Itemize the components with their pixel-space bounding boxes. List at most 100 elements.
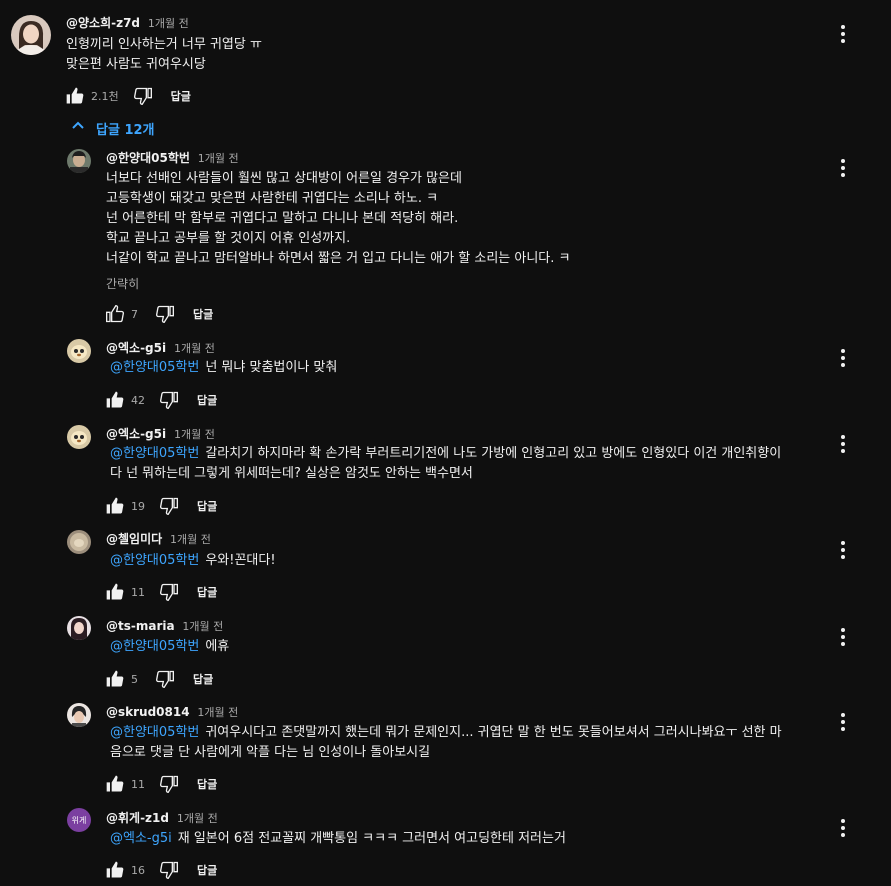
show-less-button[interactable]: 간략히 bbox=[106, 275, 139, 292]
comment-text: @한양대05학번 우와!꼰대다! bbox=[110, 553, 276, 568]
avatar[interactable] bbox=[67, 425, 91, 449]
comment-header: @skrud0814 1개월 전 bbox=[106, 704, 238, 720]
more-options-icon[interactable] bbox=[831, 432, 855, 456]
comment-actions: 16 답글 bbox=[105, 858, 217, 882]
mention-link[interactable]: @한양대05학번 bbox=[110, 360, 199, 375]
like-icon[interactable] bbox=[105, 304, 125, 324]
comment-time[interactable]: 1개월 전 bbox=[198, 152, 239, 165]
like-icon[interactable] bbox=[105, 774, 125, 794]
mention-link[interactable]: @한양대05학번 bbox=[110, 725, 199, 740]
comment-text: @한양대05학번 에휴 bbox=[110, 639, 230, 654]
like-count: 11 bbox=[131, 777, 145, 791]
reply-button[interactable]: 답글 bbox=[197, 776, 217, 792]
comment-text: @한양대05학번 귀여우시다고 존댓말까지 했는데 뭐가 문제인지... 귀엽단 … bbox=[110, 725, 782, 760]
comment-actions: 5 답글 bbox=[105, 667, 213, 691]
dislike-icon[interactable] bbox=[133, 86, 153, 106]
avatar[interactable] bbox=[67, 530, 91, 554]
reply-button[interactable]: 답글 bbox=[171, 88, 191, 104]
reply-comment: @첼임미다 1개월 전 @한양대05학번 우와!꼰대다! 11 답글 bbox=[0, 523, 891, 609]
comment-author[interactable]: @양소희-z7d bbox=[66, 16, 140, 30]
like-count: 42 bbox=[131, 393, 145, 407]
reply-button[interactable]: 답글 bbox=[197, 584, 217, 600]
more-options-icon[interactable] bbox=[831, 156, 855, 180]
like-count: 5 bbox=[131, 672, 138, 686]
dislike-icon[interactable] bbox=[155, 669, 175, 689]
more-options-icon[interactable] bbox=[831, 22, 855, 46]
comment-author[interactable]: @ts-maria bbox=[106, 619, 175, 633]
comment-header: @ts-maria 1개월 전 bbox=[106, 618, 223, 634]
reply-comment: @엑소-g5i 1개월 전 @한양대05학번 갈라치기 하지마라 확 손가락 부러… bbox=[0, 416, 891, 523]
more-options-icon[interactable] bbox=[831, 538, 855, 562]
main-comment: @양소희-z7d 1개월 전 인형끼리 인사하는거 너무 귀엽당 ㅠ 맞은편 사… bbox=[0, 0, 891, 118]
replies-toggle[interactable]: 답글 12개 bbox=[70, 118, 155, 138]
like-count: 7 bbox=[131, 307, 138, 321]
reply-button[interactable]: 답글 bbox=[197, 498, 217, 514]
reply-comment: @한양대05학번 1개월 전 너보다 선배인 사람들이 훨씬 많고 상대방이 어… bbox=[0, 140, 891, 330]
like-count: 11 bbox=[131, 585, 145, 599]
avatar[interactable] bbox=[67, 616, 91, 640]
comment-text: @엑소-g5i 재 일본어 6점 전교꼴찌 개빡통임 ㅋㅋㅋ 그러면서 여고딩한테… bbox=[110, 831, 566, 846]
comment-time[interactable]: 1개월 전 bbox=[148, 17, 189, 30]
comment-header: @휘게-z1d 1개월 전 bbox=[106, 809, 218, 826]
mention-link[interactable]: @한양대05학번 bbox=[110, 553, 199, 568]
like-icon[interactable] bbox=[105, 582, 125, 602]
comment-time[interactable]: 1개월 전 bbox=[174, 342, 215, 355]
comment-time[interactable]: 1개월 전 bbox=[182, 620, 223, 633]
comment-author[interactable]: @엑소-g5i bbox=[106, 427, 166, 441]
comment-author[interactable]: @첼임미다 bbox=[106, 532, 162, 546]
like-count: 2.1천 bbox=[91, 90, 119, 103]
comment-text: 인형끼리 인사하는거 너무 귀엽당 ㅠ 맞은편 사람도 귀여우시당 bbox=[66, 37, 262, 72]
dislike-icon[interactable] bbox=[159, 582, 179, 602]
chevron-up-icon bbox=[70, 118, 86, 138]
comment-time[interactable]: 1개월 전 bbox=[197, 706, 238, 719]
comment-actions: 11 답글 bbox=[105, 580, 217, 604]
dislike-icon[interactable] bbox=[159, 496, 179, 516]
like-icon[interactable] bbox=[65, 86, 85, 106]
dislike-icon[interactable] bbox=[155, 304, 175, 324]
comment-author[interactable]: @skrud0814 bbox=[106, 705, 190, 719]
comment-time[interactable]: 1개월 전 bbox=[170, 533, 211, 546]
avatar[interactable] bbox=[11, 15, 51, 55]
avatar[interactable] bbox=[67, 703, 91, 727]
dislike-icon[interactable] bbox=[159, 860, 179, 880]
comment-header: @엑소-g5i 1개월 전 bbox=[106, 339, 215, 356]
comment-header: @엑소-g5i 1개월 전 bbox=[106, 425, 215, 442]
like-icon[interactable] bbox=[105, 496, 125, 516]
comment-time[interactable]: 1개월 전 bbox=[174, 428, 215, 441]
mention-link[interactable]: @한양대05학번 bbox=[110, 446, 199, 461]
reply-button[interactable]: 답글 bbox=[193, 306, 213, 322]
avatar[interactable] bbox=[67, 339, 91, 363]
comment-header: @양소희-z7d 1개월 전 bbox=[66, 14, 189, 31]
like-count: 19 bbox=[131, 499, 145, 513]
like-icon[interactable] bbox=[105, 860, 125, 880]
comment-text: @한양대05학번 갈라치기 하지마라 확 손가락 부러트리기전에 나도 가방에 인… bbox=[110, 446, 782, 481]
comment-time[interactable]: 1개월 전 bbox=[177, 812, 218, 825]
comment-header: @첼임미다 1개월 전 bbox=[106, 530, 211, 547]
more-options-icon[interactable] bbox=[831, 625, 855, 649]
comment-author[interactable]: @한양대05학번 bbox=[106, 151, 190, 165]
avatar-initials: 위게 bbox=[71, 815, 87, 825]
like-icon[interactable] bbox=[105, 669, 125, 689]
comment-actions: 19 답글 bbox=[105, 494, 217, 518]
reply-button[interactable]: 답글 bbox=[197, 392, 217, 408]
reply-comment: @skrud0814 1개월 전 @한양대05학번 귀여우시다고 존댓말까지 했는… bbox=[0, 695, 891, 801]
avatar[interactable]: 위게 bbox=[67, 808, 91, 832]
comment-text: @한양대05학번 넌 뭐냐 맞춤법이나 맞춰 bbox=[110, 360, 338, 375]
comment-author[interactable]: @휘게-z1d bbox=[106, 811, 169, 825]
avatar[interactable] bbox=[67, 149, 91, 173]
reply-button[interactable]: 답글 bbox=[197, 862, 217, 878]
mention-link[interactable]: @한양대05학번 bbox=[110, 639, 199, 654]
more-options-icon[interactable] bbox=[831, 346, 855, 370]
dislike-icon[interactable] bbox=[159, 390, 179, 410]
comment-actions: 2.1천 답글 bbox=[65, 84, 191, 108]
like-icon[interactable] bbox=[105, 390, 125, 410]
more-options-icon[interactable] bbox=[831, 816, 855, 840]
more-options-icon[interactable] bbox=[831, 710, 855, 734]
comment-header: @한양대05학번 1개월 전 bbox=[106, 149, 239, 166]
mention-link[interactable]: @엑소-g5i bbox=[110, 831, 172, 846]
comment-author[interactable]: @엑소-g5i bbox=[106, 341, 166, 355]
dislike-icon[interactable] bbox=[159, 774, 179, 794]
reply-button[interactable]: 답글 bbox=[193, 671, 213, 687]
reply-comment: 위게 @휘게-z1d 1개월 전 @엑소-g5i 재 일본어 6점 전교꼴찌 개빡… bbox=[0, 801, 891, 886]
replies-toggle-label: 답글 12개 bbox=[96, 122, 155, 138]
